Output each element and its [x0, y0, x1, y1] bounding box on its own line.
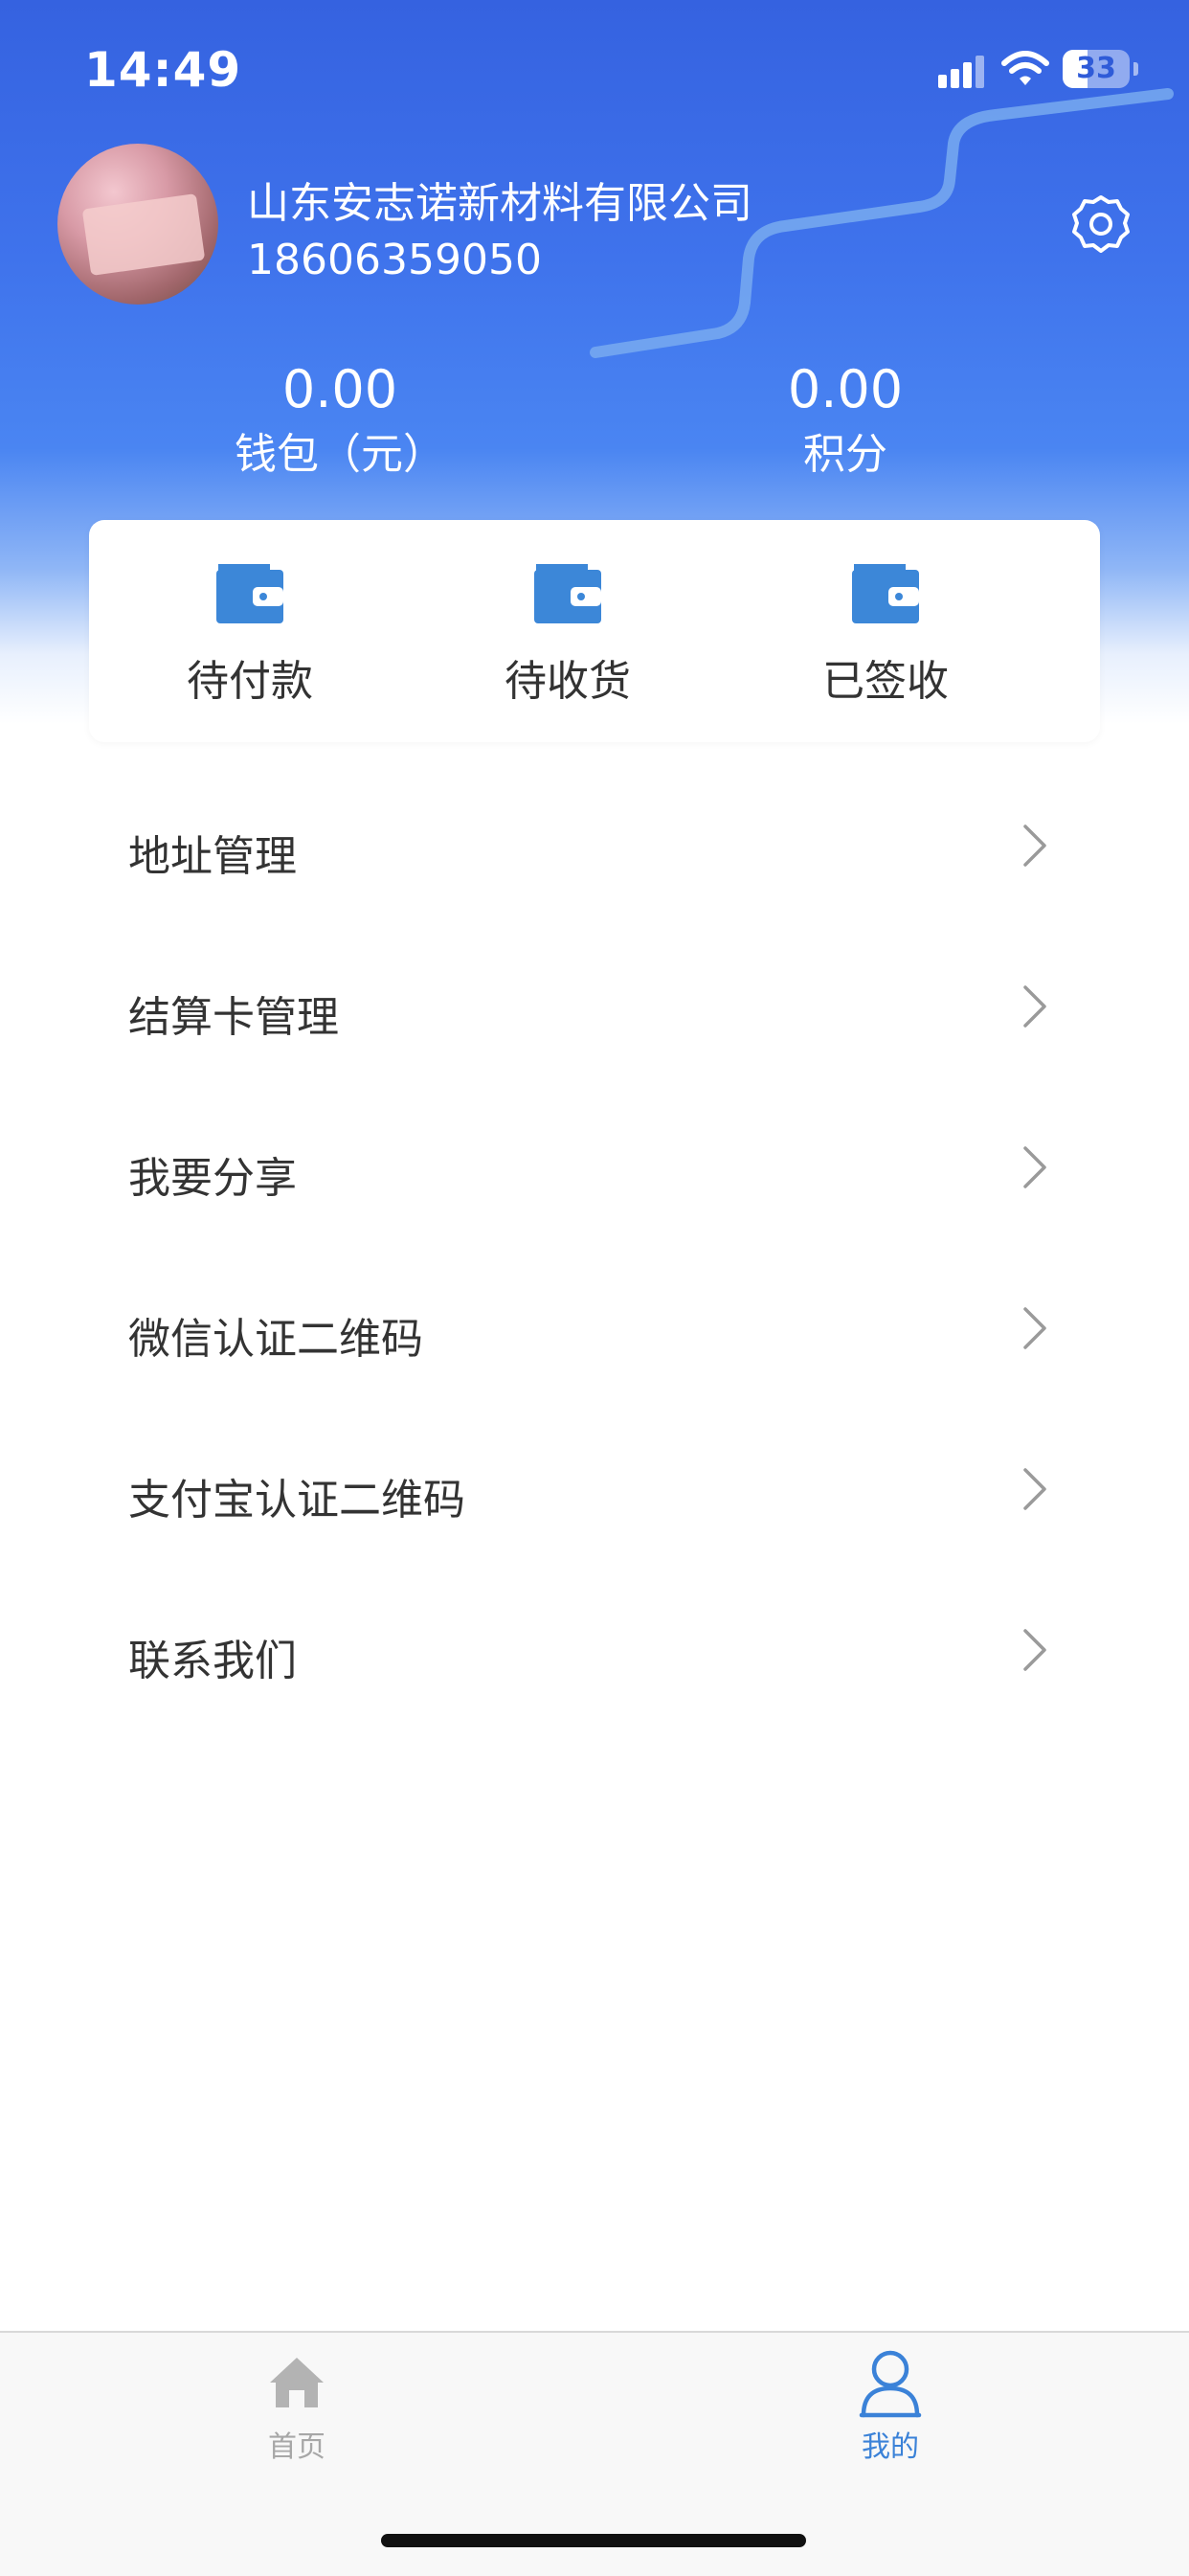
status-bar: 14:49 33 [0, 0, 1189, 144]
tab-mine[interactable]: 我的 [747, 2333, 1034, 2486]
points-label: 积分 [803, 430, 887, 479]
order-pending-payment[interactable]: 待付款 [135, 520, 365, 742]
menu-item-contact-us[interactable]: 联系我们 [59, 1576, 1130, 1737]
points-stat[interactable]: 0.00 积分 [702, 356, 989, 486]
order-pending-receipt-label: 待收货 [505, 657, 631, 706]
chevron-right-icon [1023, 985, 1046, 1028]
wallet-label: 钱包（元） [235, 430, 445, 479]
order-pending-payment-label: 待付款 [187, 657, 313, 706]
chevron-right-icon [1023, 1629, 1046, 1671]
home-indicator [381, 2534, 806, 2547]
chevron-right-icon [1023, 1307, 1046, 1349]
order-signed-label: 已签收 [822, 657, 949, 706]
chevron-right-icon [1023, 1468, 1046, 1510]
menu-item-share[interactable]: 我要分享 [59, 1094, 1130, 1254]
wallet-icon [534, 564, 601, 623]
company-name: 山东安志诺新材料有限公司 [247, 179, 752, 228]
tab-mine-label: 我的 [862, 2430, 919, 2464]
points-value: 0.00 [787, 359, 904, 419]
signal-icon [938, 56, 984, 88]
tab-home-label: 首页 [268, 2430, 325, 2464]
wallet-icon [852, 564, 919, 623]
menu-item-alipay-qr[interactable]: 支付宝认证二维码 [59, 1415, 1130, 1576]
wifi-icon [1001, 51, 1049, 85]
menu-list: 地址管理 结算卡管理 我要分享 微信认证二维码 支付宝认证二维码 联系我们 [59, 772, 1130, 2113]
menu-item-address[interactable]: 地址管理 [59, 772, 1130, 933]
battery-icon: 33 [1063, 50, 1139, 88]
menu-item-label: 支付宝认证二维码 [128, 1476, 465, 1525]
avatar[interactable] [57, 144, 218, 305]
menu-item-label: 结算卡管理 [128, 993, 339, 1042]
tab-home[interactable]: 首页 [153, 2333, 440, 2486]
menu-item-label: 我要分享 [128, 1154, 297, 1203]
menu-item-label: 微信认证二维码 [128, 1315, 423, 1364]
home-icon [270, 2358, 324, 2407]
chevron-right-icon [1023, 825, 1046, 867]
battery-level: 33 [1076, 52, 1116, 85]
menu-item-settlement-card[interactable]: 结算卡管理 [59, 933, 1130, 1094]
order-pending-receipt[interactable]: 待收货 [453, 520, 683, 742]
wallet-icon [216, 564, 283, 623]
order-signed[interactable]: 已签收 [771, 520, 1000, 742]
wallet-value: 0.00 [281, 359, 398, 419]
phone-number: 18606359050 [247, 236, 542, 284]
wallet-stat[interactable]: 0.00 钱包（元） [196, 356, 483, 486]
gear-icon[interactable] [1070, 193, 1132, 255]
order-status-card: 待付款 待收货 已签收 [89, 520, 1100, 742]
chevron-right-icon [1023, 1146, 1046, 1188]
menu-item-label: 联系我们 [128, 1637, 297, 1685]
status-time: 14:49 [84, 42, 242, 98]
menu-item-wechat-qr[interactable]: 微信认证二维码 [59, 1254, 1130, 1415]
person-icon [859, 2350, 922, 2418]
menu-item-label: 地址管理 [128, 832, 297, 881]
